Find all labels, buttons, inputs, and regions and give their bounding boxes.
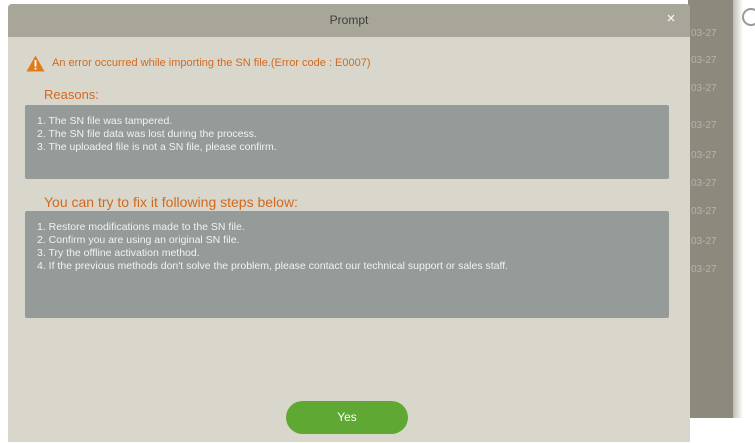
- reason-item: 3. The uploaded file is not a SN file, p…: [37, 141, 277, 153]
- reasons-title: Reasons:: [44, 87, 99, 102]
- background-date: 03-27: [691, 120, 717, 131]
- background-date: 03-27: [691, 28, 717, 39]
- background-date: 03-27: [691, 55, 717, 66]
- background-date: 03-27: [691, 83, 717, 94]
- reasons-box: 1. The SN file was tampered. 2. The SN f…: [25, 105, 669, 179]
- reason-item: 1. The SN file was tampered.: [37, 115, 173, 127]
- step-item: 4. If the previous methods don't solve t…: [37, 260, 509, 272]
- error-message-row: An error occurred while importing the SN…: [26, 54, 371, 72]
- step-item: 2. Confirm you are using an original SN …: [37, 234, 240, 246]
- error-message: An error occurred while importing the SN…: [52, 57, 371, 69]
- dialog-title: Prompt: [329, 13, 369, 27]
- background-date: 03-27: [691, 236, 717, 247]
- background-date: 03-27: [691, 206, 717, 217]
- close-icon[interactable]: ×: [662, 10, 680, 28]
- yes-button[interactable]: Yes: [286, 401, 408, 434]
- background-circle-icon: [742, 8, 755, 26]
- background-table-strip: 03-27 03-27 03-27 03-27 03-27 03-27 03-2…: [688, 0, 733, 418]
- background-date: 03-27: [691, 150, 717, 161]
- error-dialog: Prompt × An error occurred while importi…: [8, 4, 690, 442]
- step-item: 1. Restore modifications made to the SN …: [37, 221, 245, 233]
- step-item: 3. Try the offline activation method.: [37, 247, 200, 259]
- background-shadow: [733, 0, 743, 418]
- reason-item: 2. The SN file data was lost during the …: [37, 128, 257, 140]
- background-date: 03-27: [691, 264, 717, 275]
- warning-triangle-icon: [26, 55, 45, 71]
- steps-box: 1. Restore modifications made to the SN …: [25, 211, 669, 318]
- steps-title: You can try to fix it following steps be…: [44, 194, 298, 210]
- background-date: 03-27: [691, 178, 717, 189]
- dialog-titlebar: Prompt ×: [8, 4, 690, 37]
